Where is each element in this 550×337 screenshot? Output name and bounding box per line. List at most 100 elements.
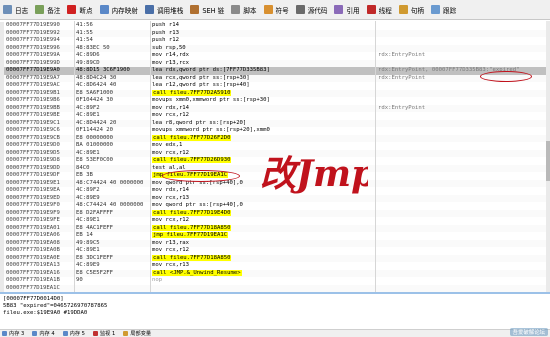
disasm-comment [378, 150, 550, 158]
scrollbar-thumb[interactable] [546, 141, 550, 181]
disasm-address: 00007FF77D19E9D0 [6, 142, 60, 148]
disasm-row[interactable]: 00007FF77D19E990 41:56 push r14 [0, 22, 550, 30]
toolbar-tab[interactable]: 引用 [332, 2, 363, 17]
breakpoint-gutter[interactable] [0, 269, 4, 277]
breakpoint-gutter[interactable] [0, 224, 4, 232]
breakpoint-gutter[interactable] [0, 127, 4, 135]
breakpoint-gutter[interactable] [0, 37, 4, 45]
breakpoint-gutter[interactable] [0, 67, 4, 75]
bottom-tab[interactable]: 内存 4 [32, 330, 55, 337]
breakpoint-gutter[interactable] [0, 202, 4, 210]
toolbar-tab[interactable]: 跟踪 [429, 2, 460, 17]
breakpoint-gutter[interactable] [0, 89, 4, 97]
breakpoint-gutter[interactable] [0, 172, 4, 180]
disasm-row[interactable]: 00007FF77D19EA16 E8 C5E5F2FF call <JMP.&_U… [0, 269, 550, 277]
breakpoint-gutter[interactable] [0, 119, 4, 127]
toolbar-tab[interactable]: SEH 链 [188, 2, 228, 17]
disasm-address: 00007FF77D19E9F0 [6, 202, 60, 208]
breakpoint-gutter[interactable] [0, 142, 4, 150]
toolbar-tab[interactable]: 符号 [262, 2, 293, 17]
disasm-row[interactable]: 00007FF77D19E9C6 0F114424 20 movups xmmwor… [0, 127, 550, 135]
breakpoint-gutter[interactable] [0, 29, 4, 37]
disasm-address: 00007FF77D19E9C6 [6, 127, 60, 133]
bottom-tab[interactable]: 内存 5 [62, 330, 85, 337]
disasm-row[interactable]: 00007FF77D19E994 41:54 push r12 [0, 37, 550, 45]
disasm-row[interactable]: 00007FF77D19EA13 4C:89E9 mov rcx,r13 [0, 262, 550, 270]
breakpoint-gutter[interactable] [0, 187, 4, 195]
disasm-row[interactable]: 00007FF77D19E9AC 4C:8D6424 40 lea r12,qwor… [0, 82, 550, 90]
breakpoint-gutter[interactable] [0, 134, 4, 142]
breakpoint-gutter[interactable] [0, 104, 4, 112]
breakpoint-gutter[interactable] [0, 44, 4, 52]
disasm-row[interactable]: 00007FF77D19E9F0 48:C74424 40 0000000 mov … [0, 202, 550, 210]
toolbar-tab[interactable]: 调用堆栈 [143, 2, 187, 17]
breakpoint-gutter[interactable] [0, 262, 4, 270]
disasm-instruction-cell: sub rsp,50 [152, 45, 372, 53]
toolbar-tab[interactable]: 日志 [1, 2, 32, 17]
toolbar-tab-label: 内存映射 [111, 6, 138, 15]
vertical-scrollbar[interactable] [546, 21, 550, 292]
disasm-comment [378, 22, 550, 30]
breakpoint-gutter[interactable] [0, 194, 4, 202]
disasm-row[interactable]: 00007FF77D19E9A7 48:8D4C24 30 lea rcx,qwor… [0, 74, 550, 83]
disasm-row[interactable]: 00007FF77D19E992 41:55 push r13 [0, 29, 550, 37]
breakpoint-gutter[interactable] [0, 164, 4, 172]
disasm-row[interactable]: 00007FF77D19E996 48:83EC 50 sub rsp,50 [0, 44, 550, 53]
disasm-row[interactable]: 00007FF77D19E9BE 4C:89E1 mov rcx,r12 [0, 112, 550, 120]
breakpoint-gutter[interactable] [0, 179, 4, 187]
disasm-row[interactable]: 00007FF77D19EA0E E8 3DC1FEFF call fileu.7F… [0, 254, 550, 262]
breakpoint-gutter[interactable] [0, 59, 4, 67]
breakpoint-gutter[interactable] [0, 149, 4, 157]
breakpoint-gutter[interactable] [0, 112, 4, 120]
breakpoint-gutter[interactable] [0, 82, 4, 90]
disasm-row[interactable]: 00007FF77D19E99A 4C:89D6 mov r14,rdx rdx:En… [0, 52, 550, 60]
disasm-row[interactable]: 00007FF77D19EA1C [0, 284, 550, 292]
disasm-row[interactable]: 00007FF77D19E9B1 E8 5A6F1000 call fileu.7F… [0, 89, 550, 97]
toolbar-tab[interactable]: 脚本 [229, 2, 260, 17]
breakpoint-gutter[interactable] [0, 284, 4, 292]
toolbar-tab[interactable]: 备注 [33, 2, 64, 17]
breakpoint-gutter[interactable] [0, 209, 4, 217]
disasm-row[interactable]: 00007FF77D19E9CB E8 00000000 call fileu.7F… [0, 134, 550, 142]
disasm-row[interactable]: 00007FF77D19EA06 EB 14 jmp fileu.7FF77D19E… [0, 232, 550, 240]
breakpoint-gutter[interactable] [0, 157, 4, 165]
breakpoint-gutter[interactable] [0, 277, 4, 285]
disasm-row[interactable]: 00007FF77D19EA01 E8 4AC1FEFF call fileu.7F… [0, 224, 550, 232]
disasm-bytes: 41:55 [76, 29, 93, 36]
toolbar-tab[interactable]: 源代码 [294, 2, 332, 17]
disasm-instruction: mov edx,1 [152, 142, 183, 148]
disasm-bytes: 4C:8D4424 20 [76, 119, 117, 126]
breakpoint-gutter[interactable] [0, 217, 4, 225]
disasm-row[interactable]: 00007FF77D19E9F9 E8 D2FAFFFF call fileu.7F… [0, 209, 550, 217]
disasm-row[interactable]: 00007FF77D19E9FE 4C:89E1 mov rcx,r12 [0, 217, 550, 225]
disasm-row[interactable]: 00007FF77D19E99D 49:89CD mov r13,rcx [0, 59, 550, 67]
breakpoint-gutter[interactable] [0, 97, 4, 105]
disasm-instruction-cell: movups xmmword ptr ss:[rsp+20],xmm0 [152, 127, 372, 135]
breakpoint-gutter[interactable] [0, 22, 4, 30]
disasm-row[interactable]: 00007FF77D19E9A0 48:8D15 3C6F1900 lea rdx,… [0, 67, 550, 75]
notes-icon [35, 5, 45, 14]
toolbar-tab[interactable]: 内存映射 [98, 2, 142, 17]
disasm-row[interactable]: 00007FF77D19EA1B 90 nop [0, 277, 550, 285]
toolbar-tab[interactable]: 句柄 [397, 2, 428, 17]
breakpoint-gutter[interactable] [0, 254, 4, 262]
breakpoint-gutter[interactable] [0, 247, 4, 255]
memory-icon [2, 331, 7, 336]
disasm-row[interactable]: 00007FF77D19EA0B 4C:89E1 mov rcx,r12 [0, 247, 550, 255]
bottom-tab[interactable]: 局部变量 [123, 330, 151, 337]
bottom-tab[interactable]: 内存 3 [2, 330, 24, 337]
disasm-instruction-cell: lea rcx,qword ptr ss:[rsp+30] [152, 75, 372, 83]
toolbar-tab[interactable]: 断点 [65, 2, 96, 17]
breakpoint-gutter[interactable] [0, 74, 4, 82]
bottom-tab[interactable]: 监视 1 [92, 330, 115, 337]
breakpoint-gutter[interactable] [0, 232, 4, 240]
breakpoint-gutter[interactable] [0, 52, 4, 60]
disasm-row[interactable]: 00007FF77D19E9B6 0F104424 30 movups xmm0,x… [0, 97, 550, 105]
disasm-row[interactable]: 00007FF77D19E9C1 4C:8D4424 20 lea r8,qword… [0, 119, 550, 127]
disasm-instruction-cell: push r14 [152, 22, 372, 30]
breakpoint-gutter[interactable] [0, 239, 4, 247]
watermark: 吾爱破解论坛 [509, 328, 548, 336]
toolbar-tab[interactable]: 线程 [365, 2, 396, 17]
disasm-row[interactable]: 00007FF77D19EA08 49:89C5 mov r13,rax [0, 239, 550, 247]
disasm-row[interactable]: 00007FF77D19E9BB 4C:89F2 mov rdx,r14 rdx:En… [0, 104, 550, 112]
